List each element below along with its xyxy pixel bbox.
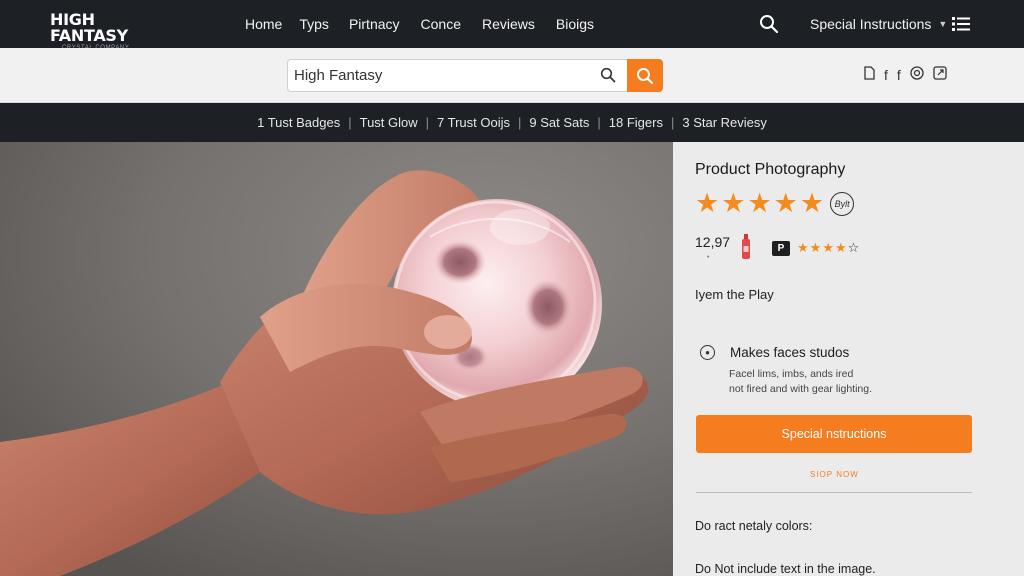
nav-link-typs[interactable]: Typs xyxy=(299,16,329,32)
search-button[interactable] xyxy=(627,59,663,92)
p-badge: P xyxy=(772,241,790,256)
menu-list-icon[interactable] xyxy=(952,16,970,32)
star-icon: ★ xyxy=(773,188,798,218)
star-icon: ★ xyxy=(809,240,822,255)
note-text: Do Not include text in the image. xyxy=(695,562,876,576)
nav-link-home[interactable]: Home xyxy=(245,16,282,32)
trust-item: 3 Star Reviesy xyxy=(682,115,767,130)
search-icon[interactable] xyxy=(759,14,779,34)
divider: | xyxy=(670,115,675,130)
star-icon: ★ xyxy=(695,188,720,218)
nav-link-pirtnacy[interactable]: Pirtnacy xyxy=(349,16,400,32)
search-input[interactable] xyxy=(287,59,627,92)
product-title: Product Photography xyxy=(695,161,846,178)
divider: | xyxy=(518,115,522,130)
trust-item: 1 Tust Badges xyxy=(257,115,341,130)
small-rating: ★ ★ ★ ★ ☆ xyxy=(797,240,859,256)
product-hero-image xyxy=(0,142,673,576)
facebook-icon[interactable]: f xyxy=(884,67,888,83)
divider: | xyxy=(348,115,352,130)
info-icon: ● xyxy=(700,345,715,360)
external-link-icon[interactable] xyxy=(933,66,947,83)
star-outline-icon: ☆ xyxy=(847,240,860,255)
special-instructions-button[interactable]: Special nstructions xyxy=(696,415,972,453)
star-icon: ★ xyxy=(747,188,772,218)
feature-description: Facel lims, imbs, ands ired not fired an… xyxy=(729,367,929,397)
product-price: 12,97 xyxy=(695,234,731,250)
special-menu-label: Special Instructions xyxy=(810,16,932,32)
star-icon: ★ xyxy=(834,240,847,255)
share-icons: f f xyxy=(864,66,947,83)
brand-logo[interactable]: HIGH FANTASY CRYSTAL COMPANY xyxy=(50,12,170,52)
nav-link-reviews[interactable]: Reviews xyxy=(482,16,535,32)
document-icon[interactable] xyxy=(864,66,875,83)
product-rating[interactable]: ★ ★ ★ ★ ★ Bylt xyxy=(695,188,855,218)
nav-link-conce[interactable]: Conce xyxy=(421,16,461,32)
trust-item: 18 Figers xyxy=(608,115,663,130)
shop-now-link[interactable]: SIOP NOW xyxy=(810,470,859,479)
star-icon: ★ xyxy=(797,240,809,255)
feature-title: Makes faces studos xyxy=(730,345,850,360)
nav-link-bioigs[interactable]: Bioigs xyxy=(556,16,594,32)
rating-badge: Bylt xyxy=(830,191,855,216)
star-icon: ★ xyxy=(721,188,746,218)
chevron-down-icon: ▼ xyxy=(938,19,948,29)
feature-desc-line: Facel lims, imbs, ands ired xyxy=(729,368,854,380)
hand-holding-orb-illustration xyxy=(0,142,673,576)
price-subdot: • xyxy=(707,254,710,261)
divider: | xyxy=(425,115,430,130)
bottle-icon xyxy=(742,234,750,259)
main-nav: Home Typs Pirtnacy Conce Reviews Bioigs xyxy=(245,0,594,48)
pinterest-icon[interactable] xyxy=(910,66,924,83)
divider xyxy=(696,492,972,493)
trust-item: 9 Sat Sats xyxy=(529,115,590,130)
divider: | xyxy=(597,115,601,130)
star-icon: ★ xyxy=(822,240,834,255)
play-text: Iyem the Play xyxy=(695,287,774,302)
trust-strip: 1 Tust Badges | Tust Glow | 7 Trust Ooij… xyxy=(0,103,1024,142)
note-text: Do ract netaly colors: xyxy=(695,519,813,533)
search-field-icon[interactable] xyxy=(600,67,616,83)
search-button-icon xyxy=(637,67,654,84)
product-panel: Product Photography ★ ★ ★ ★ ★ Bylt 12,97… xyxy=(673,142,1024,576)
star-icon: ★ xyxy=(799,188,825,218)
top-nav: HIGH FANTASY CRYSTAL COMPANY Home Typs P… xyxy=(0,0,1024,51)
trust-item: 7 Trust Ooijs xyxy=(437,115,510,130)
special-instructions-menu[interactable]: Special Instructions ▼ xyxy=(810,0,947,48)
brand-name: HIGH FANTASY xyxy=(50,10,128,45)
trust-item: Tust Glow xyxy=(359,115,418,130)
facebook-alt-icon[interactable]: f xyxy=(897,67,901,83)
feature-desc-line: not fired and with gear lighting. xyxy=(729,383,873,395)
